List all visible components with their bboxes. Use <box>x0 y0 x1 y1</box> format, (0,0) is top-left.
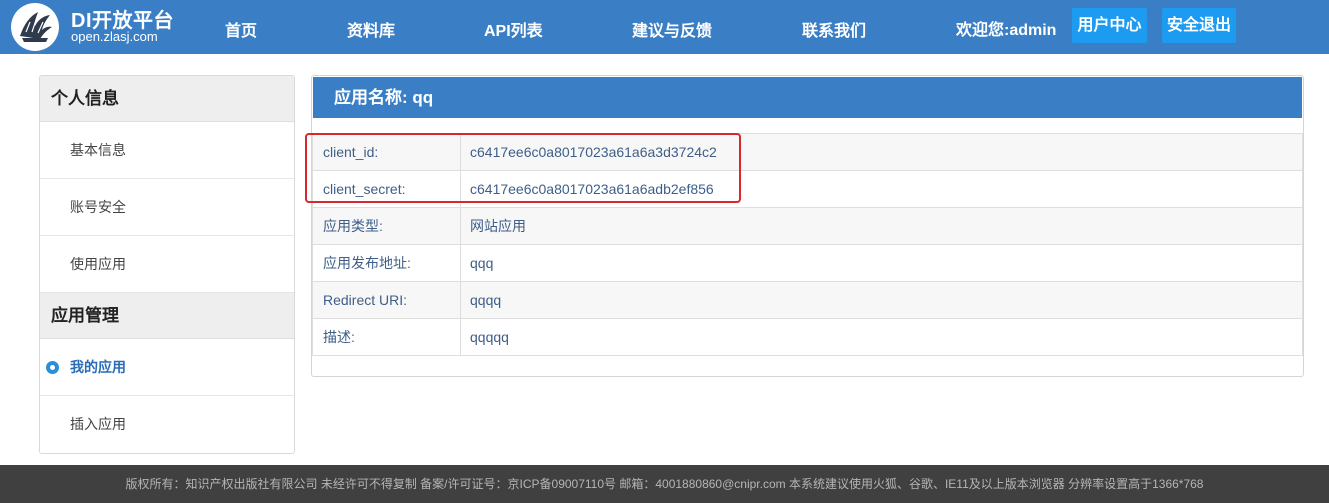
client-id-label: client_id: <box>312 133 461 171</box>
sidebar-item-account-security[interactable]: 账号安全 <box>40 179 294 236</box>
table-row: Redirect URI: qqqq <box>312 281 1303 319</box>
nav-library[interactable]: 资料库 <box>347 17 395 41</box>
client-id-value: c6417ee6c0a8017023a61a6a3d3724c2 <box>460 133 1303 171</box>
app-info-table: client_id: c6417ee6c0a8017023a61a6a3d372… <box>312 133 1303 356</box>
sidebar-item-label: 我的应用 <box>70 359 126 375</box>
app-detail-panel: 应用名称: qq client_id: c6417ee6c0a8017023a6… <box>311 75 1304 377</box>
panel-title: 应用名称: qq <box>313 77 1302 118</box>
footer: 版权所有：知识产权出版社有限公司 未经许可不得复制 备案/许可证号：京ICP备0… <box>0 465 1329 503</box>
redirect-uri-value: qqqq <box>460 281 1303 319</box>
top-header: DI开放平台 open.zlasj.com 首页 资料库 API列表 建议与反馈… <box>0 0 1329 54</box>
table-row: client_secret: c6417ee6c0a8017023a61a6ad… <box>312 170 1303 208</box>
description-value: qqqqq <box>460 318 1303 356</box>
table-row: 描述: qqqqq <box>312 318 1303 356</box>
nav-home[interactable]: 首页 <box>225 17 257 41</box>
sidebar: 个人信息 基本信息 账号安全 使用应用 应用管理 我的应用 插入应用 <box>39 75 295 454</box>
nav-api-list[interactable]: API列表 <box>484 17 543 41</box>
description-label: 描述: <box>312 318 461 356</box>
logout-button[interactable]: 安全退出 <box>1162 8 1236 43</box>
user-center-button[interactable]: 用户中心 <box>1072 8 1147 43</box>
brand-subtitle: open.zlasj.com <box>71 29 158 44</box>
sidebar-item-my-apps[interactable]: 我的应用 <box>40 339 294 396</box>
sidebar-section-personal-info: 个人信息 <box>40 76 294 122</box>
welcome-text: 欢迎您:admin <box>956 22 1057 39</box>
sidebar-item-basic-info[interactable]: 基本信息 <box>40 122 294 179</box>
app-type-value: 网站应用 <box>460 207 1303 245</box>
nav-feedback[interactable]: 建议与反馈 <box>632 17 712 41</box>
crown-quill-logo-icon[interactable] <box>10 2 60 52</box>
client-secret-value: c6417ee6c0a8017023a61a6adb2ef856 <box>460 170 1303 208</box>
table-row: client_id: c6417ee6c0a8017023a61a6a3d372… <box>312 133 1303 171</box>
sidebar-section-app-management: 应用管理 <box>40 293 294 339</box>
table-row: 应用发布地址: qqq <box>312 244 1303 282</box>
app-type-label: 应用类型: <box>312 207 461 245</box>
app-url-label: 应用发布地址: <box>312 244 461 282</box>
active-radio-icon <box>46 361 59 374</box>
redirect-uri-label: Redirect URI: <box>312 281 461 319</box>
sidebar-item-insert-app[interactable]: 插入应用 <box>40 396 294 453</box>
app-url-value: qqq <box>460 244 1303 282</box>
sidebar-item-used-apps[interactable]: 使用应用 <box>40 236 294 293</box>
client-secret-label: client_secret: <box>312 170 461 208</box>
table-row: 应用类型: 网站应用 <box>312 207 1303 245</box>
nav-contact[interactable]: 联系我们 <box>802 17 866 41</box>
